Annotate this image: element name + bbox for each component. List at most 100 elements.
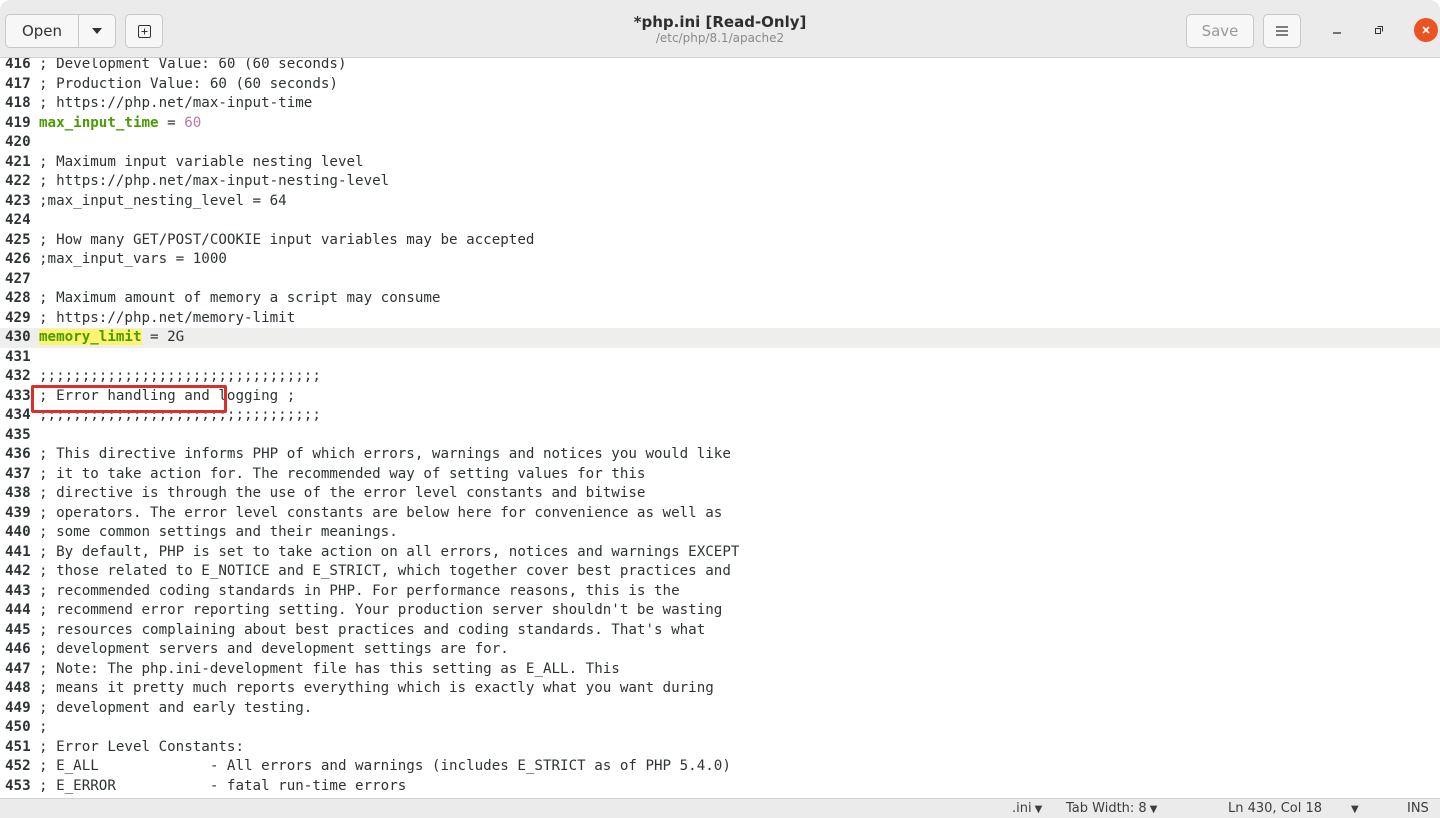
- code-line[interactable]: 429 ; https://php.net/memory-limit: [0, 309, 1440, 329]
- insert-mode-label: INS: [1407, 801, 1429, 816]
- line-text: ; means it pretty much reports everythin…: [39, 680, 714, 696]
- code-line[interactable]: 446 ; development servers and development…: [0, 640, 1440, 660]
- code-line[interactable]: 427: [0, 270, 1440, 290]
- code-line[interactable]: 416 ; Development Value: 60 (60 seconds): [0, 58, 1440, 75]
- code-line[interactable]: 441 ; By default, PHP is set to take acti…: [0, 543, 1440, 563]
- line-text: ;: [39, 719, 48, 735]
- code-line[interactable]: 417 ; Production Value: 60 (60 seconds): [0, 75, 1440, 95]
- new-tab-button[interactable]: [125, 14, 163, 48]
- line-number: 428: [5, 290, 31, 306]
- minimize-button[interactable]: [1327, 20, 1347, 40]
- line-text: ; directive is through the use of the er…: [39, 485, 646, 501]
- maximize-icon: [1375, 26, 1383, 34]
- ini-directive-rest: = 2G: [141, 329, 185, 345]
- line-text: ; https://php.net/max-input-time: [39, 95, 313, 111]
- code-line[interactable]: 419 max_input_time = 60: [0, 114, 1440, 134]
- line-number: 416: [5, 58, 31, 72]
- line-text: ; development servers and development se…: [39, 641, 509, 657]
- code-line[interactable]: 436 ; This directive informs PHP of which…: [0, 445, 1440, 465]
- code-line-current[interactable]: 430 memory_limit = 2G: [0, 328, 1440, 348]
- line-number: 429: [5, 309, 31, 326]
- line-text: ; some common settings and their meaning…: [39, 524, 398, 540]
- open-menu-button[interactable]: [78, 14, 116, 48]
- save-button[interactable]: Save: [1186, 14, 1254, 48]
- code-line[interactable]: 421 ; Maximum input variable nesting leve…: [0, 153, 1440, 173]
- open-button[interactable]: Open: [5, 14, 79, 48]
- code-line[interactable]: 422 ; https://php.net/max-input-nesting-l…: [0, 172, 1440, 192]
- code-line[interactable]: 453 ; E_ERROR - fatal run-time errors: [0, 777, 1440, 797]
- line-text: ; Error Level Constants:: [39, 738, 244, 755]
- code-line[interactable]: 428 ; Maximum amount of memory a script m…: [0, 289, 1440, 309]
- line-number: 424: [5, 212, 31, 228]
- line-text: ; operators. The error level constants a…: [39, 504, 723, 521]
- code-line[interactable]: 431: [0, 348, 1440, 368]
- line-number: 441: [5, 543, 31, 560]
- line-number: 447: [5, 660, 31, 677]
- code-line[interactable]: 449 ; development and early testing.: [0, 699, 1440, 719]
- code-line[interactable]: 451 ; Error Level Constants:: [0, 738, 1440, 758]
- line-number: 426: [5, 251, 31, 267]
- code-line[interactable]: 425 ; How many GET/POST/COOKIE input vari…: [0, 231, 1440, 251]
- text-editor[interactable]: 416; Development Value: 60 (60 seconds) 4…: [0, 58, 1440, 798]
- line-number: 421: [5, 153, 31, 170]
- line-text: ; recommend error reporting setting. You…: [39, 602, 723, 618]
- line-text: ;;;;;;;;;;;;;;;;;;;;;;;;;;;;;;;;;: [39, 368, 321, 384]
- line-number: 442: [5, 563, 31, 579]
- code-line[interactable]: 448 ; means it pretty much reports everyt…: [0, 679, 1440, 699]
- cursor-position[interactable]: Ln 430, Col 18: [1228, 801, 1322, 817]
- line-text: memory_limit = 2G: [39, 328, 184, 348]
- ini-directive-key: max_input_time: [39, 114, 159, 131]
- code-line[interactable]: 442 ; those related to E_NOTICE and E_STR…: [0, 562, 1440, 582]
- position-menu-button[interactable]: ▼: [1348, 801, 1359, 818]
- code-line[interactable]: 423 ;max_input_nesting_level = 64: [0, 192, 1440, 212]
- annotation-highlight-box: [31, 385, 227, 413]
- line-text: ; Note: The php.ini-development file has…: [39, 660, 620, 677]
- line-number: 443: [5, 582, 31, 599]
- code-line[interactable]: 438 ; directive is through the use of the…: [0, 484, 1440, 504]
- code-line[interactable]: 437 ; it to take action for. The recommen…: [0, 465, 1440, 485]
- line-text: ; Maximum input variable nesting level: [39, 153, 364, 170]
- main-menu-button[interactable]: [1263, 14, 1301, 48]
- code-line[interactable]: 420: [0, 133, 1440, 153]
- code-line[interactable]: 418 ; https://php.net/max-input-time: [0, 94, 1440, 114]
- code-line[interactable]: 443 ; recommended coding standards in PHP…: [0, 582, 1440, 602]
- line-number: 451: [5, 738, 31, 755]
- line-text: max_input_time = 60: [39, 114, 201, 134]
- code-line[interactable]: 439 ; operators. The error level constant…: [0, 504, 1440, 524]
- ini-directive-value: 60: [184, 114, 202, 131]
- line-number: 417: [5, 75, 31, 92]
- code-line[interactable]: 452 ; E_ALL - All errors and warnings (in…: [0, 757, 1440, 777]
- tab-width-selector[interactable]: Tab Width: 8 ▼: [1066, 801, 1157, 818]
- code-line[interactable]: 424: [0, 211, 1440, 231]
- line-number: 437: [5, 465, 31, 482]
- line-number: 450: [5, 719, 31, 735]
- code-line[interactable]: 445 ; resources complaining about best pr…: [0, 621, 1440, 641]
- code-line[interactable]: 447 ; Note: The php.ini-development file …: [0, 660, 1440, 680]
- line-text: ; Production Value: 60 (60 seconds): [39, 75, 338, 92]
- cursor-position-label: Ln 430, Col 18: [1228, 801, 1323, 816]
- code-line[interactable]: 432;;;;;;;;;;;;;;;;;;;;;;;;;;;;;;;;;: [0, 367, 1440, 387]
- line-text: ; those related to E_NOTICE and E_STRICT…: [39, 563, 731, 579]
- maximize-button[interactable]: [1369, 20, 1389, 40]
- line-text: ; This directive informs PHP of which er…: [39, 446, 731, 462]
- close-button[interactable]: [1414, 18, 1438, 42]
- code-line[interactable]: 426 ;max_input_vars = 1000: [0, 250, 1440, 270]
- line-text: ; resources complaining about best pract…: [39, 621, 706, 638]
- code-line[interactable]: 444 ; recommend error reporting setting. …: [0, 601, 1440, 621]
- code-line[interactable]: 450;: [0, 718, 1440, 738]
- line-number: 446: [5, 641, 31, 657]
- insert-mode-indicator: INS: [1407, 801, 1429, 817]
- tab-width-label: Tab Width: 8: [1066, 801, 1147, 816]
- code-line[interactable]: 435: [0, 426, 1440, 446]
- chevron-down-icon: ▼: [1351, 804, 1359, 815]
- language-selector[interactable]: .ini ▼: [1012, 801, 1042, 818]
- line-number: 418: [5, 95, 31, 111]
- line-text: ; Maximum amount of memory a script may …: [39, 290, 441, 306]
- code-line[interactable]: 440 ; some common settings and their mean…: [0, 523, 1440, 543]
- line-number: 445: [5, 621, 31, 638]
- header-bar: Open *php.ini [Read-Only] /etc/php/8.1/a…: [0, 0, 1440, 58]
- line-number: 427: [5, 270, 31, 287]
- line-number: 423: [5, 192, 31, 209]
- line-number: 453: [5, 777, 31, 794]
- line-number: 422: [5, 173, 31, 189]
